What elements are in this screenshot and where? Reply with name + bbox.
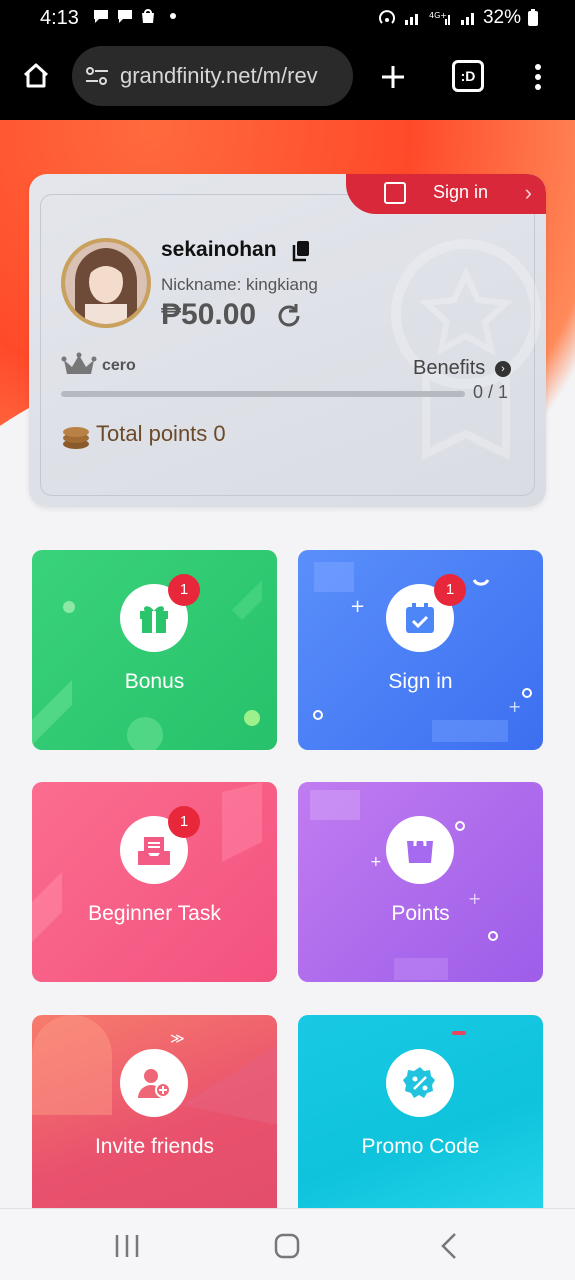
beginner-task-label: Beginner Task bbox=[88, 902, 221, 925]
calendar-icon bbox=[406, 603, 434, 633]
points-icon-circle bbox=[386, 816, 454, 884]
copy-icon[interactable] bbox=[291, 240, 311, 262]
url-text: grandfinity.net/m/rev bbox=[120, 63, 318, 88]
nickname: Nickname: kingkiang bbox=[161, 275, 318, 294]
inbox-icon bbox=[138, 837, 170, 865]
promo-code-tile[interactable]: Promo Code bbox=[298, 1015, 543, 1208]
chat-bubble-icon bbox=[94, 10, 108, 23]
shopping-bag-icon bbox=[407, 836, 433, 863]
invite-friends-icon-circle bbox=[120, 1049, 188, 1117]
refresh-icon[interactable] bbox=[275, 302, 303, 330]
invite-friends-label: Invite friends bbox=[94, 1135, 215, 1158]
recent-apps-icon[interactable] bbox=[112, 1233, 142, 1259]
signal-4g-icon: 4G+ bbox=[429, 11, 450, 25]
beginner-task-badge: 1 bbox=[168, 806, 200, 838]
beginner-task-tile[interactable]: 1 Beginner Task bbox=[32, 782, 277, 982]
tabs-count: :D bbox=[460, 68, 476, 84]
svg-text:+: + bbox=[370, 854, 382, 870]
bonus-label: Bonus bbox=[124, 670, 185, 693]
sign-in-label: Sign in bbox=[388, 670, 453, 693]
benefits-link[interactable]: Benefits bbox=[413, 357, 485, 380]
site-settings-icon bbox=[86, 67, 108, 85]
vip-progress-text: 0 / 1 bbox=[473, 382, 509, 402]
notification-icons bbox=[92, 8, 176, 24]
home-button[interactable] bbox=[18, 58, 54, 94]
points-tile[interactable]: + + Points bbox=[298, 782, 543, 982]
username: sekainohan bbox=[161, 238, 277, 261]
promo-code-icon-circle bbox=[386, 1049, 454, 1117]
tabs-button[interactable]: :D bbox=[452, 60, 484, 92]
invite-friends-tile[interactable]: ≫ Invite friends bbox=[32, 1015, 277, 1208]
balance: ₱50.00 bbox=[161, 298, 257, 331]
crown-icon bbox=[61, 352, 97, 374]
discount-badge-icon bbox=[403, 1067, 435, 1098]
more-notifications-icon bbox=[170, 13, 176, 19]
chat-bubble-icon bbox=[118, 10, 132, 23]
battery-icon bbox=[528, 9, 538, 26]
new-tab-button[interactable] bbox=[376, 60, 410, 94]
back-icon[interactable] bbox=[439, 1232, 461, 1260]
avatar[interactable] bbox=[61, 238, 151, 328]
shopping-bag-icon bbox=[142, 9, 154, 23]
vip-level: cero bbox=[102, 357, 136, 374]
home-nav-icon[interactable] bbox=[273, 1232, 301, 1260]
more-vertical-icon bbox=[535, 64, 541, 90]
menu-button[interactable] bbox=[528, 60, 548, 94]
status-bar: 4:13 4G+ 32% bbox=[0, 0, 575, 38]
coins-icon bbox=[63, 427, 89, 449]
promo-code-label: Promo Code bbox=[361, 1135, 480, 1158]
svg-text:≫: ≫ bbox=[170, 1031, 185, 1047]
address-bar[interactable]: grandfinity.net/m/rev bbox=[72, 46, 353, 106]
battery-percent: 32% bbox=[482, 7, 521, 28]
total-points: Total points 0 bbox=[96, 421, 226, 446]
bonus-tile[interactable]: 1 Bonus bbox=[32, 550, 277, 750]
watermark-badge-icon bbox=[391, 239, 541, 461]
browser-toolbar: grandfinity.net/m/rev :D bbox=[0, 38, 575, 120]
bonus-badge: 1 bbox=[168, 574, 200, 606]
add-user-icon bbox=[138, 1069, 171, 1098]
profile-card: Sign in › sekainohan Nickname: kingkiang… bbox=[29, 174, 546, 507]
page-content: Sign in › sekainohan Nickname: kingkiang… bbox=[0, 120, 575, 1208]
svg-text:+: + bbox=[350, 596, 365, 617]
gift-icon bbox=[140, 606, 168, 633]
signal-icon bbox=[404, 14, 418, 25]
sign-in-badge: 1 bbox=[434, 574, 466, 606]
sign-in-tab-label: Sign in bbox=[433, 182, 489, 202]
vip-progress-bar bbox=[61, 391, 465, 397]
chevron-right-icon: › bbox=[524, 180, 532, 205]
svg-text:+: + bbox=[508, 697, 521, 716]
points-label: Points bbox=[391, 902, 450, 925]
sign-in-tile[interactable]: + + 1 Sign in bbox=[298, 550, 543, 750]
status-time: 4:13 bbox=[40, 7, 79, 29]
svg-text:4G+: 4G+ bbox=[429, 11, 447, 20]
chevron-right-circle-icon[interactable]: › bbox=[495, 361, 511, 377]
checkbox-icon bbox=[384, 182, 406, 204]
plus-icon bbox=[382, 66, 404, 88]
system-navigation-bar bbox=[0, 1208, 575, 1280]
hotspot-icon bbox=[379, 10, 395, 24]
home-icon bbox=[23, 63, 49, 88]
sign-in-tab[interactable]: Sign in › bbox=[346, 174, 546, 214]
signal-icon bbox=[460, 13, 474, 25]
avatar-image bbox=[65, 242, 147, 324]
